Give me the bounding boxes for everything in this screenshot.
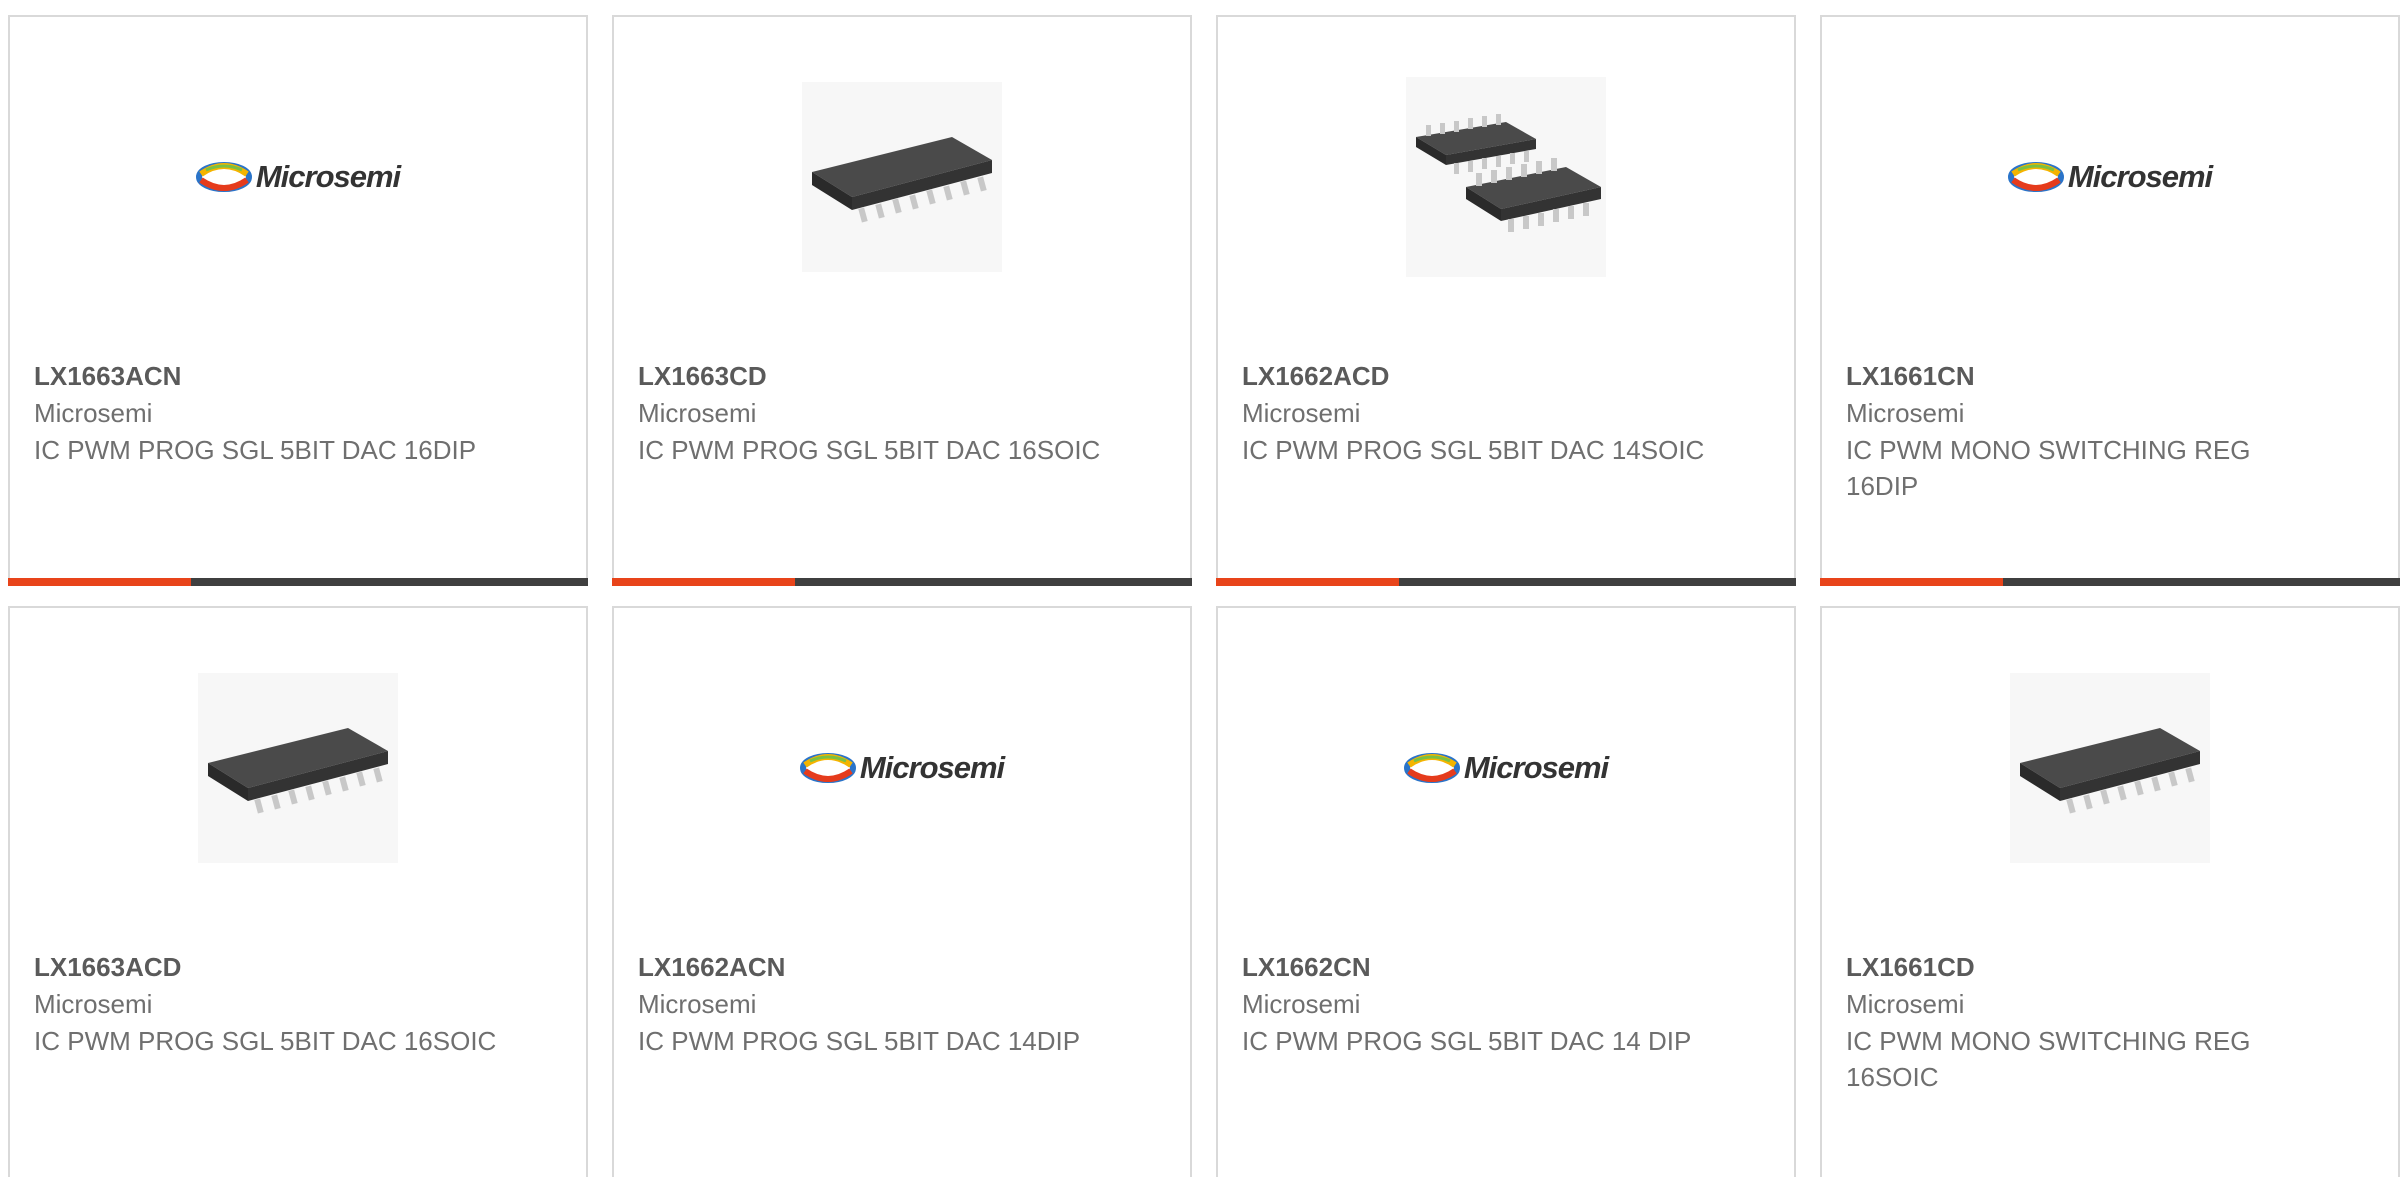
- manufacturer-name: Microsemi: [638, 398, 757, 428]
- part-number-link[interactable]: LX1662CN: [1242, 949, 1770, 986]
- product-image[interactable]: Microsemi: [1218, 668, 1794, 868]
- product-card[interactable]: LX1661CD Microsemi IC PWM MONO SWITCHING…: [1820, 606, 2400, 1177]
- logo-text: Microsemi: [1463, 750, 1609, 785]
- product-card[interactable]: LX1662ACD Microsemi IC PWM PROG SGL 5BIT…: [1216, 15, 1796, 586]
- product-description: IC PWM PROG SGL 5BIT DAC 14SOIC: [1242, 435, 1705, 465]
- microsemi-logo-icon: Microsemi: [1403, 750, 1609, 786]
- product-description: IC PWM PROG SGL 5BIT DAC 14 DIP: [1242, 1026, 1692, 1056]
- product-image[interactable]: [614, 77, 1190, 277]
- product-image[interactable]: [1218, 77, 1794, 277]
- manufacturer-name: Microsemi: [1846, 398, 1965, 428]
- part-number-link[interactable]: LX1662ACD: [1242, 358, 1770, 395]
- manufacturer-name: Microsemi: [34, 989, 153, 1019]
- logo-text: Microsemi: [255, 159, 401, 194]
- manufacturer-name: Microsemi: [1242, 398, 1361, 428]
- logo-text: Microsemi: [2067, 159, 2213, 194]
- card-footer-bar: [1820, 578, 2400, 586]
- card-footer-bar: [8, 578, 588, 586]
- product-description: IC PWM PROG SGL 5BIT DAC 16SOIC: [638, 435, 1101, 465]
- product-description: IC PWM MONO SWITCHING REG 16SOIC: [1846, 1026, 2251, 1092]
- soic-chip-icon: [802, 82, 1002, 272]
- card-footer-bar: [1216, 578, 1796, 586]
- soic-chip-icon: [198, 673, 398, 863]
- product-description: IC PWM PROG SGL 5BIT DAC 16SOIC: [34, 1026, 497, 1056]
- product-card[interactable]: Microsemi LX1662ACN Microsemi IC PWM PRO…: [612, 606, 1192, 1177]
- logo-text: Microsemi: [859, 750, 1005, 785]
- product-card[interactable]: LX1663ACD Microsemi IC PWM PROG SGL 5BIT…: [8, 606, 588, 1177]
- product-grid: Microsemi LX1663ACN Microsemi IC PWM PRO…: [8, 15, 2400, 1177]
- part-number-link[interactable]: LX1663CD: [638, 358, 1166, 395]
- part-number-link[interactable]: LX1661CN: [1846, 358, 2374, 395]
- product-image[interactable]: [1822, 668, 2398, 868]
- product-description: IC PWM MONO SWITCHING REG 16DIP: [1846, 435, 2251, 501]
- product-card[interactable]: Microsemi LX1661CN Microsemi IC PWM MONO…: [1820, 15, 2400, 586]
- product-image[interactable]: Microsemi: [10, 77, 586, 277]
- product-card[interactable]: Microsemi LX1662CN Microsemi IC PWM PROG…: [1216, 606, 1796, 1177]
- two-soic-chips-icon: [1406, 77, 1606, 277]
- product-card[interactable]: LX1663CD Microsemi IC PWM PROG SGL 5BIT …: [612, 15, 1192, 586]
- microsemi-logo-icon: Microsemi: [799, 750, 1005, 786]
- microsemi-logo-icon: Microsemi: [2007, 159, 2213, 195]
- part-number-link[interactable]: LX1663ACN: [34, 358, 562, 395]
- manufacturer-name: Microsemi: [34, 398, 153, 428]
- product-image[interactable]: [10, 668, 586, 868]
- part-number-link[interactable]: LX1662ACN: [638, 949, 1166, 986]
- manufacturer-name: Microsemi: [1846, 989, 1965, 1019]
- product-card[interactable]: Microsemi LX1663ACN Microsemi IC PWM PRO…: [8, 15, 588, 586]
- card-footer-bar: [612, 578, 1192, 586]
- part-number-link[interactable]: LX1663ACD: [34, 949, 562, 986]
- microsemi-logo-icon: Microsemi: [195, 159, 401, 195]
- soic-chip-icon: [2010, 673, 2210, 863]
- manufacturer-name: Microsemi: [1242, 989, 1361, 1019]
- manufacturer-name: Microsemi: [638, 989, 757, 1019]
- product-image[interactable]: Microsemi: [1822, 77, 2398, 277]
- product-image[interactable]: Microsemi: [614, 668, 1190, 868]
- product-description: IC PWM PROG SGL 5BIT DAC 14DIP: [638, 1026, 1081, 1056]
- product-description: IC PWM PROG SGL 5BIT DAC 16DIP: [34, 435, 477, 465]
- part-number-link[interactable]: LX1661CD: [1846, 949, 2374, 986]
